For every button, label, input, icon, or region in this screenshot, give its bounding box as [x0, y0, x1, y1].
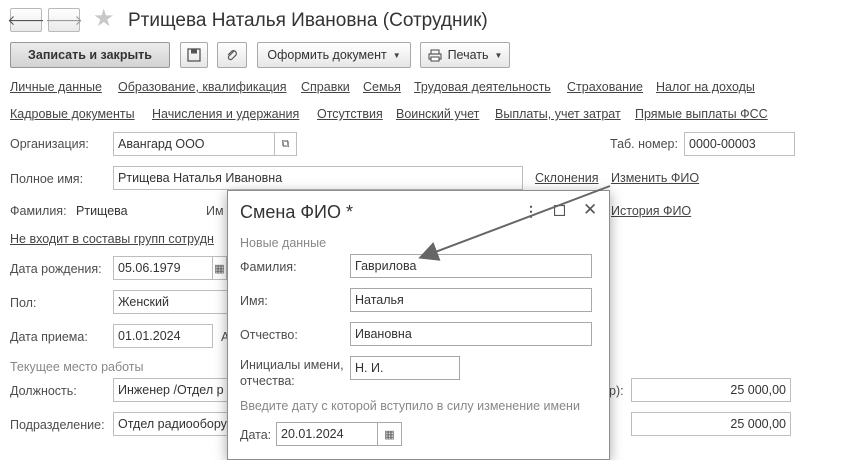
annotation-arrow — [418, 185, 611, 261]
